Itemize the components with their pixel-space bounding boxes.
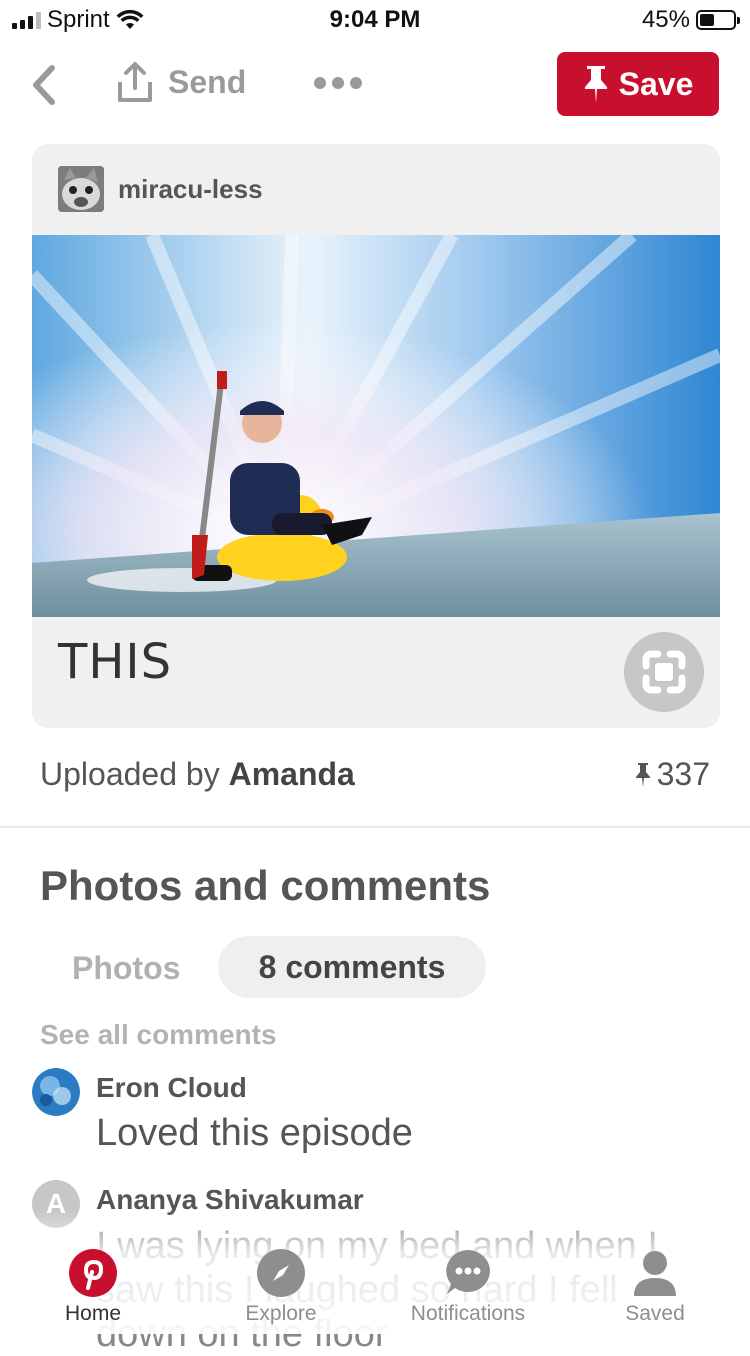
save-button[interactable]: Save [557,52,719,116]
lens-icon [642,650,686,694]
share-icon [118,62,152,102]
uploader-name[interactable]: Amanda [229,756,355,792]
chevron-left-icon [33,65,55,105]
pin-image[interactable] [32,235,720,617]
author-avatar[interactable] [58,166,104,212]
compass-icon [256,1248,306,1298]
tab-notifications[interactable]: Notifications [393,1244,543,1326]
pin-small-icon [635,762,650,787]
uploaded-prefix: Uploaded by [40,756,220,792]
speech-bubble-icon [443,1248,493,1298]
dot [332,77,344,89]
back-button[interactable] [26,62,66,108]
tab-saved[interactable]: Saved [580,1244,730,1326]
send-button[interactable]: Send [116,60,246,104]
cat-avatar-image [58,166,104,212]
save-count-value: 337 [656,756,710,792]
tab-photos[interactable]: Photos [72,950,180,987]
bottom-tab-bar: Home Explore Notifications Saved [0,1244,750,1334]
battery-icon [696,10,740,30]
pin-author-name[interactable]: miracu-less [118,174,263,205]
clock: 9:04 PM [329,6,421,33]
divider [0,826,750,828]
tab-comments[interactable]: 8 comments [218,936,486,998]
tab-label: Explore [245,1302,317,1325]
commenter-avatar[interactable] [32,1068,80,1116]
uploaded-by: Uploaded by Amanda [40,756,355,793]
comment-text: Loved this episode [96,1112,413,1154]
pin-caption: THIS [58,634,173,690]
profile-icon [630,1248,680,1298]
battery-percent: 45% [641,6,690,33]
tab-explore[interactable]: Explore [206,1244,356,1326]
pin-card[interactable]: miracu-less THIS [32,144,720,728]
status-bar: Sprint 9:04 PM 45% [0,0,750,40]
tab-home[interactable]: Home [18,1244,168,1326]
visual-search-button[interactable] [624,632,704,712]
tab-label: Saved [625,1302,685,1325]
water-avatar-image [32,1068,80,1116]
pin-illustration [32,235,720,617]
tab-label: Notifications [410,1302,526,1325]
see-all-comments-link[interactable]: See all comments [40,1019,277,1051]
top-nav: Send Save [0,50,750,120]
pin-icon [584,66,607,103]
section-title: Photos and comments [40,862,491,909]
more-options-button[interactable] [314,77,362,89]
pinterest-logo-icon [68,1248,118,1298]
save-count: 337 [635,756,710,793]
battery-status: 45% [641,6,740,34]
dot [314,77,326,89]
dot [350,77,362,89]
send-label: Send [168,63,247,100]
save-label: Save [618,65,694,102]
tab-label: Home [64,1302,122,1325]
commenter-name[interactable]: Eron Cloud [96,1072,247,1104]
